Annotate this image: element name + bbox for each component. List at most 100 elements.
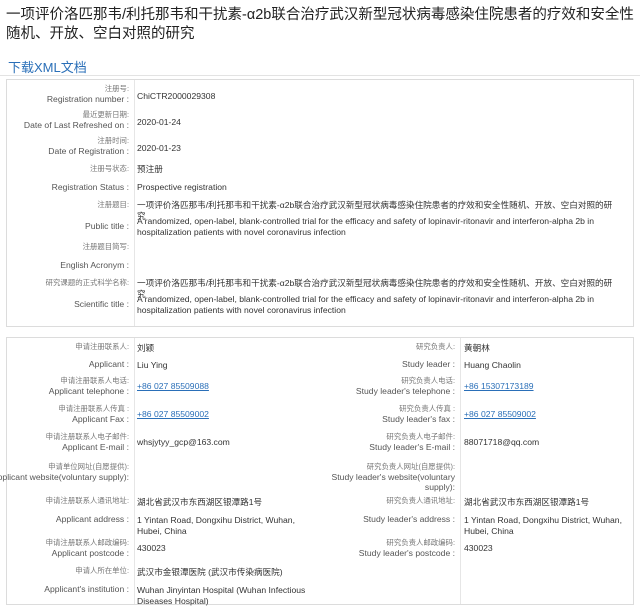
leader-label-3-cn: 研究负责人传真 : — [399, 404, 455, 413]
applicant-value-2[interactable]: +86 027 85509088 — [137, 381, 309, 392]
leader-value-7: 1 Yintan Road, Dongxihu District, Wuhan,… — [464, 515, 622, 536]
applicant-label-10: Applicant's institution : — [0, 584, 129, 595]
reg-label-3: 注册号状态: — [0, 164, 129, 174]
applicant-label-6: 申请注册联系人通讯地址: — [0, 496, 129, 506]
leader-value-8: 430023 — [464, 543, 493, 553]
leader-label-4-en: Study leader's E-mail : — [369, 441, 455, 452]
reg-label-7: 注册题目简写: — [0, 242, 129, 252]
applicant-value-10: Wuhan Jinyintan Hospital (Wuhan Infectio… — [137, 585, 306, 606]
applicant-label-2-cn: 申请注册联系人电话: — [60, 376, 129, 385]
page-title: 一项评价洛匹那韦/利托那韦和干扰素-α2b联合治疗武汉新型冠状病毒感染住院患者的… — [6, 7, 634, 42]
contact-info-table: 申请注册联系人: 刘颖 研究负责人: 黄朝林 Applicant : Liu Ying St… — [0, 337, 634, 606]
reg-value-4: Prospective registration — [137, 182, 227, 192]
applicant-label-3-en: Applicant Fax : — [72, 413, 129, 424]
reg-label-0-cn: 注册号: — [104, 84, 129, 93]
leader-label-2: 研究负责人电话: Study leader's telephone : — [305, 376, 455, 396]
applicant-label-9: 申请人所在单位: — [0, 566, 129, 576]
column-separator — [134, 80, 135, 326]
applicant-label-8: 申请注册联系人邮政编码: Applicant postcode : — [0, 538, 129, 558]
applicant-label-1-en: Applicant : — [88, 359, 129, 369]
download-xml-link[interactable]: 下载XML文档 — [8, 57, 87, 76]
leader-label-5: 研究负责人网址(自愿提供): Study leader's website(vol… — [305, 462, 455, 493]
leader-value-6: 湖北省武汉市东西湖区银潭路1号 — [464, 497, 590, 507]
leader-label-6: 研究负责人通讯地址: — [305, 496, 455, 506]
reg-value-1: 2020-01-24 — [137, 117, 181, 127]
leader-label-4-cn: 研究负责人电子邮件: — [386, 432, 455, 441]
leader-label-8-en: Study leader's postcode : — [358, 547, 455, 558]
applicant-value-1: Liu Ying — [137, 360, 168, 370]
reg-label-3-cn: 注册号状态: — [89, 164, 129, 173]
applicant-label-4-en: Applicant E-mail : — [62, 441, 129, 452]
applicant-label-6-cn: 申请注册联系人通讯地址: — [45, 496, 129, 505]
applicant-label-8-cn: 申请注册联系人邮政编码: — [45, 538, 129, 547]
applicant-value-3[interactable]: +86 027 85509002 — [137, 409, 309, 420]
reg-label-2-cn: 注册时间: — [97, 136, 129, 145]
reg-label-4-en: Registration Status : — [51, 182, 129, 192]
leader-label-0-cn: 研究负责人: — [415, 342, 455, 351]
applicant-label-5-cn: 申请单位网址(自愿提供): — [48, 462, 129, 471]
reg-label-5-cn: 注册题目: — [97, 200, 129, 209]
leader-label-7: Study leader's address : — [305, 514, 455, 525]
reg-value-2: 2020-01-23 — [137, 143, 181, 153]
applicant-label-2: 申请注册联系人电话: Applicant telephone : — [0, 376, 129, 396]
reg-label-1-en: Date of Last Refreshed on : — [23, 119, 129, 130]
reg-value-10: A randomized, open-label, blank-controll… — [137, 294, 594, 315]
leader-label-2-en: Study leader's telephone : — [355, 385, 455, 396]
leader-value-1: Huang Chaolin — [464, 360, 521, 370]
reg-label-9-cn: 研究课题的正式科学名称: — [45, 278, 129, 287]
applicant-label-8-en: Applicant postcode : — [51, 547, 129, 558]
reg-value-3: 预注册 — [137, 164, 163, 174]
reg-label-5: 注册题目: — [0, 200, 129, 210]
leader-value-2[interactable]: +86 15307173189 — [464, 381, 632, 392]
leader-label-5-cn: 研究负责人网址(自愿提供): — [366, 462, 455, 471]
applicant-label-2-en: Applicant telephone : — [48, 385, 129, 396]
reg-label-6: Public title : — [0, 221, 129, 232]
column-separator — [134, 338, 135, 604]
applicant-label-0-cn: 申请注册联系人: — [75, 342, 129, 351]
applicant-label-1: Applicant : — [0, 359, 129, 370]
applicant-label-4: 申请注册联系人电子邮件: Applicant E-mail : — [0, 432, 129, 452]
applicant-label-5-en: Applicant website(voluntary supply): — [0, 471, 129, 482]
reg-label-1-cn: 最近更新日期: — [82, 110, 129, 119]
applicant-label-3: 申请注册联系人传真 : Applicant Fax : — [0, 404, 129, 424]
leader-label-7-en: Study leader's address : — [363, 514, 455, 524]
divider — [0, 75, 640, 76]
reg-label-9: 研究课题的正式科学名称: — [0, 278, 129, 288]
leader-value-0: 黄朝林 — [464, 343, 490, 353]
applicant-value-8: 430023 — [137, 543, 166, 553]
leader-label-1: Study leader : — [305, 359, 455, 370]
leader-label-5-en: Study leader's website(voluntary supply)… — [331, 471, 455, 493]
reg-label-8: English Acronym : — [0, 260, 129, 271]
leader-label-2-cn: 研究负责人电话: — [401, 376, 455, 385]
reg-label-1: 最近更新日期: Date of Last Refreshed on : — [0, 110, 129, 130]
reg-value-6: A randomized, open-label, blank-controll… — [137, 216, 594, 237]
leader-label-4: 研究负责人电子邮件: Study leader's E-mail : — [305, 432, 455, 452]
leader-label-6-cn: 研究负责人通讯地址: — [386, 496, 455, 505]
applicant-value-4: whsjytyy_gcp@163.com — [137, 437, 230, 447]
leader-label-3-en: Study leader's fax : — [382, 413, 455, 424]
leader-value-3[interactable]: +86 027 85509002 — [464, 409, 632, 420]
reg-label-2-en: Date of Registration : — [48, 145, 129, 156]
applicant-label-5: 申请单位网址(自愿提供): Applicant website(voluntary… — [0, 462, 129, 482]
reg-label-2: 注册时间: Date of Registration : — [0, 136, 129, 156]
applicant-value-9: 武汉市金银潭医院 (武汉市传染病医院) — [137, 567, 283, 577]
reg-label-6-en: Public title : — [85, 221, 129, 231]
applicant-label-7: Applicant address : — [0, 514, 129, 525]
applicant-label-10-en: Applicant's institution : — [44, 584, 129, 594]
reg-label-0: 注册号: Registration number : — [0, 84, 129, 104]
applicant-label-3-cn: 申请注册联系人传真 : — [58, 404, 129, 413]
reg-label-10-en: Scientific title : — [74, 299, 129, 309]
reg-label-8-en: English Acronym : — [60, 260, 129, 270]
applicant-value-7: 1 Yintan Road, Dongxihu District, Wuhan,… — [137, 515, 295, 536]
leader-label-3: 研究负责人传真 : Study leader's fax : — [305, 404, 455, 424]
reg-label-10: Scientific title : — [0, 299, 129, 310]
leader-label-0: 研究负责人: — [305, 342, 455, 352]
applicant-value-6: 湖北省武汉市东西湖区银潭路1号 — [137, 497, 263, 507]
registration-info-table: 注册号: Registration number : ChiCTR200002930… — [6, 79, 634, 327]
reg-label-0-en: Registration number : — [46, 93, 129, 104]
applicant-label-0: 申请注册联系人: — [0, 342, 129, 352]
leader-label-8-cn: 研究负责人邮政编码: — [386, 538, 455, 547]
reg-value-0: ChiCTR2000029308 — [137, 91, 216, 101]
leader-label-8: 研究负责人邮政编码: Study leader's postcode : — [305, 538, 455, 558]
reg-label-4: Registration Status : — [0, 182, 129, 193]
